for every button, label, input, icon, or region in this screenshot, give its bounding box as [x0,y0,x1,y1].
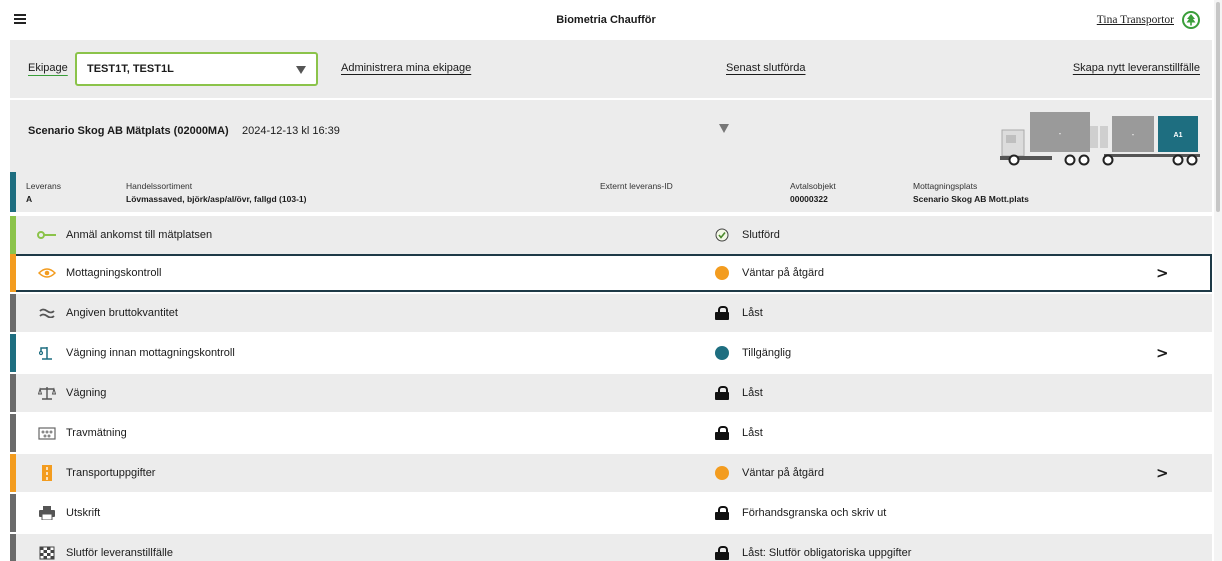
sortiment-label: Handelssortiment [126,181,193,191]
step-mottagningskontroll[interactable]: Mottagningskontroll Väntar på åtgärd > [10,254,1212,292]
key-icon [36,227,58,243]
skapa-leveranstillfalle-link[interactable]: Skapa nytt leveranstillfälle [1073,62,1200,74]
step-status: Tillgänglig [742,347,792,359]
top-bar: Biometria Chaufför Tina Transportor [0,0,1212,40]
user-area: Tina Transportor [1097,11,1200,29]
tree-logo-icon[interactable] [1182,11,1200,29]
step-label: Vägning innan mottagningskontroll [66,347,235,359]
step-status: Låst [742,387,763,399]
checkered-flag-icon [36,545,58,561]
leverans-column: Leverans A [26,180,61,206]
user-name-link[interactable]: Tina Transportor [1097,14,1174,26]
step-label: Anmäl ankomst till mätplatsen [66,229,213,241]
step-anmal-ankomst[interactable]: Anmäl ankomst till mätplatsen Slutförd [10,216,1212,254]
orange-dot-icon [715,466,729,480]
step-status-bar [10,534,16,561]
chevron-right-icon[interactable]: > [1156,344,1169,362]
ekipage-toolbar: Ekipage TEST1T, TEST1L Administrera mina… [10,40,1212,98]
ekipage-select[interactable]: TEST1T, TEST1L [75,52,318,86]
step-vagning[interactable]: Vägning Låst [10,374,1212,412]
chevron-right-icon[interactable]: > [1156,264,1169,282]
lock-icon [715,306,729,320]
chevron-right-icon[interactable]: > [1156,464,1169,482]
avtalsobjekt-column: Avtalsobjekt 00000322 [790,180,836,206]
step-status-bar [10,454,16,492]
road-icon [36,465,58,481]
senast-slutforda-link[interactable]: Senast slutförda [726,62,806,74]
orange-dot-icon [715,266,729,280]
step-transportuppgifter[interactable]: Transportuppgifter Väntar på åtgärd > [10,454,1212,492]
truck-slot-3: A1 [1174,132,1183,139]
mottagningsplats-column: Mottagningsplats Scenario Skog AB Mott.p… [913,180,1029,206]
ekipage-select-value: TEST1T, TEST1L [87,63,174,75]
step-status: Låst [742,427,763,439]
step-angiven-bruttokvantitet[interactable]: Angiven bruttokvantitet Låst [10,294,1212,332]
avtalsobjekt-value: 00000322 [790,194,828,204]
printer-icon [36,505,58,521]
check-circle-icon [715,228,729,242]
scenario-title: Scenario Skog AB Mätplats (02000MA) [28,125,229,137]
leverans-label: Leverans [26,181,61,191]
lock-icon [715,506,729,520]
extern-id-label: Externt leverans-ID [600,181,673,191]
mottagningsplats-value: Scenario Skog AB Mott.plats [913,194,1029,204]
lock-icon [715,546,729,560]
step-label: Vägning [66,387,107,399]
step-status-bar [10,216,16,254]
vertical-scrollbar[interactable] [1214,0,1222,561]
step-status: Låst [742,307,763,319]
lock-icon [715,426,729,440]
leverans-value: A [26,194,33,204]
truck-diagram-icon: - - A1 [1000,112,1200,166]
step-status: Låst: Slutför obligatoriska uppgifter [742,547,912,559]
scrollbar-thumb[interactable] [1216,2,1220,212]
teal-dot-icon [715,346,729,360]
step-status: Väntar på åtgärd [742,267,824,279]
step-travmatning[interactable]: Travmätning Låst [10,414,1212,452]
lock-icon [715,386,729,400]
step-label: Angiven bruttokvantitet [66,307,178,319]
mottagningsplats-label: Mottagningsplats [913,181,978,191]
step-label: Utskrift [66,507,101,519]
crane-scale-icon [36,345,58,361]
ekipage-label[interactable]: Ekipage [28,62,68,74]
approx-icon [36,305,58,321]
sortiment-column: Handelssortiment Lövmassaved, björk/asp/… [126,180,306,206]
avtalsobjekt-label: Avtalsobjekt [790,181,836,191]
extern-id-column: Externt leverans-ID [600,180,673,193]
step-status: Förhandsgranska och skriv ut [742,507,887,519]
truck-slot-1: - [1059,129,1062,138]
scale-icon [36,385,58,401]
step-status: Väntar på åtgärd [742,467,824,479]
step-slutfor-leveranstillfalle[interactable]: Slutför leveranstillfälle Låst: Slutför … [10,534,1212,561]
administrera-ekipage-link[interactable]: Administrera mina ekipage [341,62,471,74]
step-label: Mottagningskontroll [66,267,162,279]
expand-caret-icon[interactable] [719,124,729,133]
step-status-bar [10,254,16,292]
step-label: Slutför leveranstillfälle [66,547,173,559]
step-status-bar [10,494,16,532]
scenario-date: 2024-12-13 kl 16:39 [242,125,340,137]
step-vagning-innan-mottagningskontroll[interactable]: Vägning innan mottagningskontroll Tillgä… [10,334,1212,372]
step-label: Transportuppgifter [66,467,156,479]
eye-icon [36,265,58,281]
step-status-bar [10,414,16,452]
step-utskrift[interactable]: Utskrift Förhandsgranska och skriv ut [10,494,1212,532]
scenario-header[interactable]: Scenario Skog AB Mätplats (02000MA) 2024… [10,100,1212,172]
step-label: Travmätning [66,427,127,439]
step-status-bar [10,334,16,372]
truck-slot-2: - [1132,130,1135,139]
sortiment-value: Lövmassaved, björk/asp/al/övr, fallgd (1… [126,194,307,204]
delivery-info: Leverans A Handelssortiment Lövmassaved,… [10,172,1212,212]
app-title: Biometria Chaufför [556,14,656,26]
step-status: Slutförd [742,229,780,241]
step-status-bar [10,294,16,332]
step-status-bar [10,374,16,412]
stack-measure-icon [36,425,58,441]
caret-down-icon [296,66,306,74]
